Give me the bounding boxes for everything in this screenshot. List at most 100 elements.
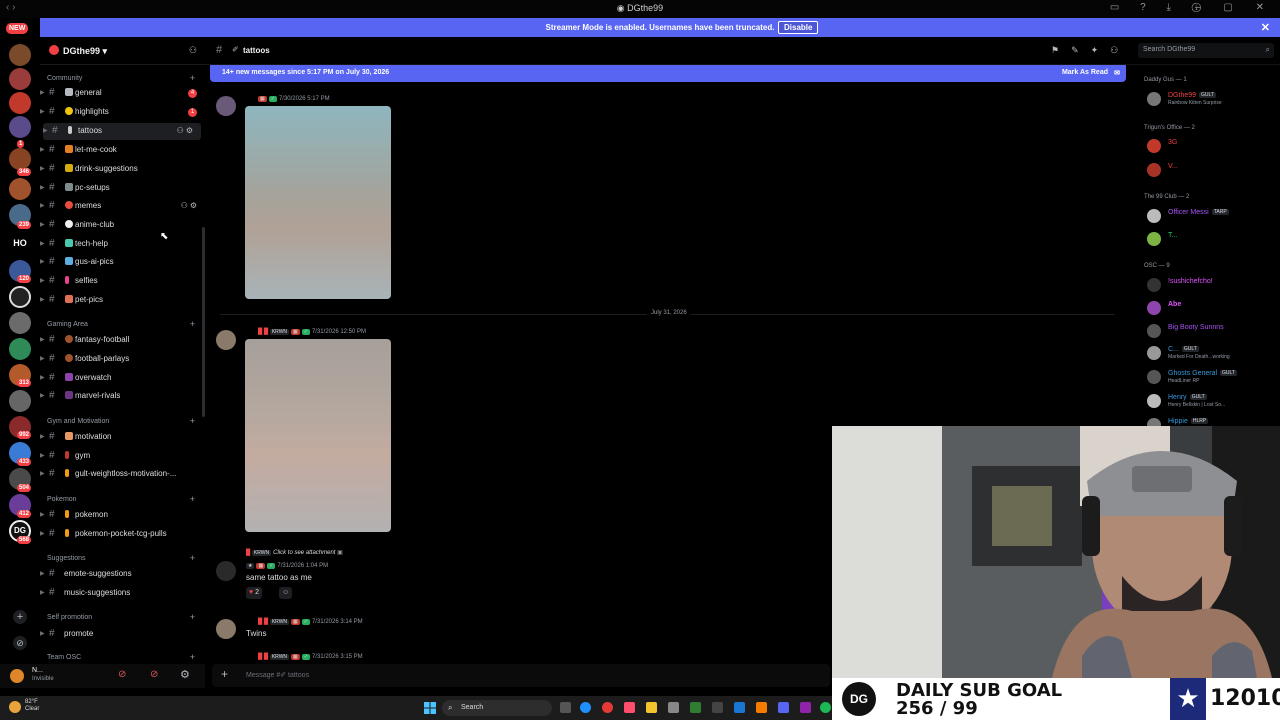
member-item[interactable]: DGthe99 GULT Rainbow Kitten Surprise — [1144, 90, 1280, 108]
category-team-osc[interactable]: Team OSC — [47, 654, 81, 661]
user-name[interactable]: N... — [32, 667, 43, 674]
member-item[interactable]: Henry GULT Henry Bellskin | Lost So... — [1144, 392, 1280, 410]
mark-as-read-button[interactable]: Mark As Read — [1062, 69, 1108, 76]
member-item[interactable]: !sushichefcho! — [1144, 276, 1280, 294]
category-community[interactable]: Community — [47, 75, 82, 82]
explore-icon[interactable]: ⊘ — [13, 636, 27, 650]
weather-widget[interactable]: 82°F Clear — [25, 699, 39, 713]
category-gym-motivation[interactable]: Gym and Motivation — [47, 418, 109, 425]
channel-pokemon-pocket-tcg-pulls[interactable]: ▶ # pokemon-pocket-tcg-pulls — [40, 526, 205, 543]
add-channel-icon[interactable]: + — [190, 612, 195, 622]
server-header[interactable]: DGthe99 ▾ ⚇ — [40, 37, 205, 65]
channel-emote-suggestions[interactable]: ▶ # emote-suggestions — [40, 566, 205, 583]
task-view-icon[interactable] — [560, 702, 571, 713]
add-channel-icon[interactable]: + — [190, 652, 195, 662]
server-icon[interactable] — [9, 390, 31, 412]
add-channel-icon[interactable]: + — [190, 319, 195, 329]
channel-highlights[interactable]: ▶ # highlights 1 — [40, 104, 205, 121]
channel-music-suggestions[interactable]: ▶ # music-suggestions — [40, 585, 205, 602]
server-icon[interactable] — [9, 92, 31, 114]
channel-overwatch[interactable]: ▶ # overwatch — [40, 370, 205, 387]
discord-icon[interactable] — [778, 702, 789, 713]
search-input[interactable]: Search DGthe99 ⌕ — [1138, 43, 1274, 58]
deafen-icon[interactable]: ⊘ — [150, 669, 158, 680]
member-item[interactable]: V... — [1144, 161, 1280, 179]
app-icon[interactable] — [668, 702, 679, 713]
app-icon[interactable] — [690, 702, 701, 713]
channel-promote[interactable]: ▶ # promote — [40, 626, 205, 643]
new-messages-bar[interactable]: 14+ new messages since 5:17 PM on July 3… — [210, 65, 1126, 82]
user-settings-icon[interactable]: ⚙ — [180, 668, 190, 681]
channel-drink-suggestions[interactable]: ▶ # drink-suggestions — [40, 161, 205, 178]
channel-memes[interactable]: ▶ # memes ⚇⚙ — [40, 198, 205, 215]
category-pokemon[interactable]: Pokemon — [47, 496, 77, 503]
member-item[interactable]: T... — [1144, 230, 1280, 248]
channel-gult-weightloss[interactable]: ▶ # gult-weightloss-motivation-... — [40, 466, 205, 483]
new-badge[interactable]: NEW — [6, 23, 29, 34]
category-gaming-area[interactable]: Gaming Area — [47, 321, 88, 328]
invite-icon[interactable]: ⚇ — [189, 45, 197, 56]
sidebar-scrollbar[interactable] — [202, 227, 205, 417]
channel-pc-setups[interactable]: ▶ # pc-setups — [40, 180, 205, 197]
app-icon[interactable] — [712, 702, 723, 713]
taskbar-search[interactable]: ⌕ Search — [442, 700, 552, 716]
attach-plus-icon[interactable]: + — [221, 667, 228, 681]
mute-mic-icon[interactable]: ⊘ — [118, 669, 126, 680]
channel-tattoos[interactable]: ▶ # tattoos ⚇⚙ — [43, 123, 201, 140]
member-item[interactable]: Ghosts General GULT HeadLiner RP — [1144, 368, 1280, 386]
channel-fantasy-football[interactable]: ▶ # fantasy-football — [40, 332, 205, 349]
server-icon[interactable] — [9, 338, 31, 360]
add-server-icon[interactable]: + — [13, 610, 27, 624]
attachment-image[interactable] — [245, 106, 391, 299]
disable-streamer-button[interactable]: Disable — [778, 21, 819, 34]
message-composer[interactable]: + Message #✐ tattoos — [212, 664, 830, 687]
spotify-icon[interactable] — [820, 702, 831, 713]
server-icon[interactable] — [9, 148, 31, 170]
reply-preview[interactable]: █ KRWN Click to see attachment ▣ — [246, 549, 343, 556]
channel-tech-help[interactable]: ▶ # tech-help — [40, 236, 205, 253]
chrome-icon[interactable] — [602, 702, 613, 713]
add-reaction-icon[interactable]: ☺ — [279, 587, 293, 599]
member-item[interactable]: Abe — [1144, 299, 1280, 317]
member-item[interactable]: C... GULT Marked For Death...working — [1144, 344, 1280, 362]
member-item[interactable]: Big Booty Sunnns — [1144, 322, 1280, 340]
add-channel-icon[interactable]: + — [190, 494, 195, 504]
channel-motivation[interactable]: ▶ # motivation — [40, 429, 205, 446]
category-self-promotion[interactable]: Self promotion — [47, 614, 92, 621]
add-channel-icon[interactable]: + — [190, 553, 195, 563]
message-avatar[interactable] — [216, 96, 236, 116]
channel-general[interactable]: ▶ # general 4 — [40, 85, 205, 102]
channel-gym[interactable]: ▶ # gym — [40, 448, 205, 465]
edge-icon[interactable] — [580, 702, 591, 713]
attachment-image[interactable] — [245, 339, 391, 532]
channel-let-me-cook[interactable]: ▶ # let-me-cook — [40, 142, 205, 159]
file-explorer-icon[interactable] — [646, 702, 657, 713]
message-avatar[interactable] — [216, 330, 236, 350]
category-suggestions[interactable]: Suggestions — [47, 555, 86, 562]
server-icon[interactable] — [9, 44, 31, 66]
server-icon[interactable] — [9, 178, 31, 200]
channel-selfies[interactable]: ▶ # selfies — [40, 273, 205, 290]
steam-icon[interactable] — [734, 702, 745, 713]
message-avatar[interactable] — [216, 561, 236, 581]
channel-pokemon[interactable]: ▶ # pokemon — [40, 507, 205, 524]
channel-anime-club[interactable]: ▶ # anime-club — [40, 217, 205, 234]
window-controls[interactable]: – ▢ ✕ — [1195, 2, 1274, 13]
member-item[interactable]: Officer Messi TARP — [1144, 207, 1280, 225]
app-icon[interactable] — [756, 702, 767, 713]
server-icon[interactable] — [9, 312, 31, 334]
channel-marvel-rivals[interactable]: ▶ # marvel-rivals — [40, 388, 205, 405]
add-channel-icon[interactable]: + — [190, 416, 195, 426]
server-name[interactable]: DGthe99 ▾ — [63, 46, 107, 57]
user-avatar[interactable] — [10, 669, 24, 683]
server-icon[interactable] — [9, 68, 31, 90]
channel-gus-ai-pics[interactable]: ▶ # gus-ai-pics — [40, 254, 205, 271]
server-icon-ho[interactable]: HO — [9, 232, 31, 254]
windows-start-icon[interactable] — [424, 702, 436, 714]
server-icon[interactable] — [9, 116, 31, 138]
twitch-icon[interactable] — [800, 702, 811, 713]
close-banner-icon[interactable]: ✕ — [1261, 21, 1270, 34]
member-item[interactable]: 3G — [1144, 137, 1280, 155]
header-action-icons[interactable]: ⚑✎✦⚇ — [1051, 45, 1130, 56]
app-icon[interactable] — [624, 702, 635, 713]
